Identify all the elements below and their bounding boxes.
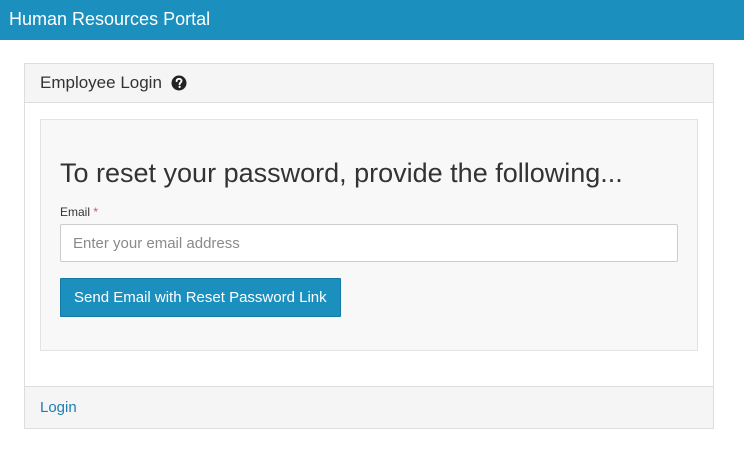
send-reset-link-button[interactable]: Send Email with Reset Password Link [60, 278, 341, 317]
login-link[interactable]: Login [40, 399, 77, 416]
required-marker: * [93, 205, 99, 219]
app-title: Human Resources Portal [9, 9, 211, 29]
panel-body: To reset your password, provide the foll… [25, 103, 713, 386]
email-label: Email * [60, 205, 98, 219]
question-circle-icon[interactable] [171, 75, 187, 91]
email-label-text: Email [60, 205, 91, 219]
panel-footer: Login [25, 386, 713, 428]
panel-header: Employee Login [25, 64, 713, 103]
reset-password-form: To reset your password, provide the foll… [40, 119, 698, 351]
email-input[interactable] [60, 224, 678, 262]
form-heading: To reset your password, provide the foll… [60, 158, 623, 188]
app-header: Human Resources Portal [0, 0, 744, 40]
login-panel: Employee Login To reset your password, p… [24, 63, 714, 429]
panel-title: Employee Login [40, 73, 162, 92]
